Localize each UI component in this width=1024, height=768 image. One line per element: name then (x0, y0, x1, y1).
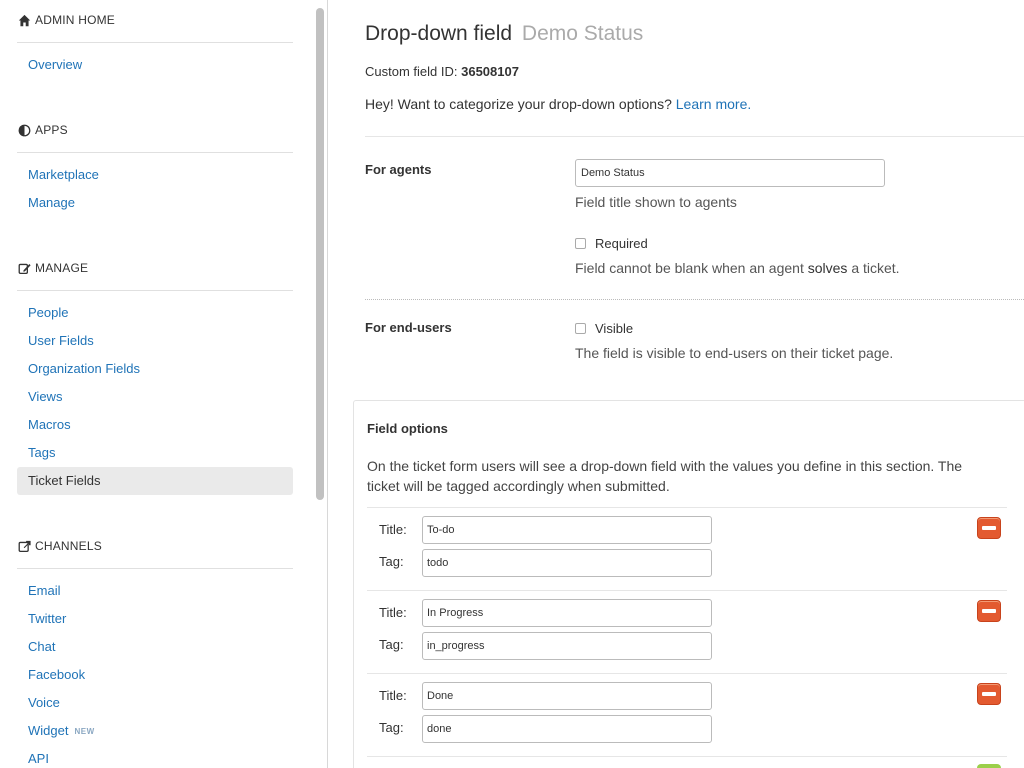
sidebar-section-title: ADMIN HOME (35, 13, 115, 27)
minus-icon (982, 692, 996, 696)
for-end-users-label: For end-users (365, 320, 452, 335)
option-title-label: Title: (379, 605, 407, 620)
required-help-end: a ticket. (851, 260, 900, 276)
sidebar-section-admin-home: ADMIN HOME Overview (17, 6, 293, 79)
field-options-title: Field options (367, 421, 448, 436)
home-icon (18, 14, 31, 26)
sidebar-section-header: CHANNELS (17, 532, 293, 560)
option-title-input[interactable] (422, 682, 712, 710)
option-tag-input[interactable] (422, 549, 712, 577)
required-label: Required (595, 236, 648, 251)
new-badge: NEW (74, 726, 95, 736)
sidebar-section-title: MANAGE (35, 261, 89, 275)
sidebar-section-manage: MANAGE People User Fields Organization F… (17, 254, 293, 495)
sidebar-item-views[interactable]: Views (17, 383, 293, 411)
option-tag-input[interactable] (422, 715, 712, 743)
page-title: Drop-down field Demo Status (365, 22, 643, 46)
custom-field-id-value: 36508107 (461, 64, 519, 79)
required-help-solves: solves (807, 260, 848, 276)
agent-title-help: Field title shown to agents (575, 194, 737, 210)
sidebar-item-chat[interactable]: Chat (17, 633, 293, 661)
minus-icon (982, 609, 996, 613)
custom-field-id-label: Custom field ID: (365, 64, 458, 79)
page-title-main: Drop-down field (365, 22, 513, 45)
divider (17, 290, 293, 291)
sidebar-item-overview[interactable]: Overview (17, 51, 293, 79)
sidebar-section-channels: CHANNELS Email Twitter Chat Facebook Voi… (17, 532, 293, 768)
required-help-start: Field cannot be blank when an agent (575, 260, 804, 276)
field-option-row (367, 756, 1007, 768)
sidebar-item-widget[interactable]: Widget NEW (17, 717, 293, 745)
sidebar-item-organization-fields[interactable]: Organization Fields (17, 355, 293, 383)
field-option-row: Title: Tag: (367, 590, 1007, 673)
option-tag-label: Tag: (379, 554, 404, 569)
sidebar-section-apps: APPS Marketplace Manage (17, 116, 293, 217)
custom-field-id: Custom field ID: 36508107 (365, 64, 519, 79)
sidebar-item-voice[interactable]: Voice (17, 689, 293, 717)
remove-option-button[interactable] (977, 683, 1001, 705)
sidebar-section-title: APPS (35, 123, 68, 137)
learn-more-link[interactable]: Learn more. (676, 96, 751, 112)
visible-help: The field is visible to end-users on the… (575, 345, 894, 361)
option-title-label: Title: (379, 522, 407, 537)
sidebar-item-api[interactable]: API (17, 745, 293, 768)
main-content: Drop-down field Demo Status Custom field… (329, 0, 1024, 768)
sidebar-item-twitter[interactable]: Twitter (17, 605, 293, 633)
option-tag-label: Tag: (379, 637, 404, 652)
remove-option-button[interactable] (977, 600, 1001, 622)
for-agents-label: For agents (365, 162, 432, 177)
sidebar-item-user-fields[interactable]: User Fields (17, 327, 293, 355)
sidebar-item-macros[interactable]: Macros (17, 411, 293, 439)
option-title-input[interactable] (422, 599, 712, 627)
page-title-field-name: Demo Status (521, 22, 644, 45)
required-checkbox[interactable] (575, 238, 586, 249)
sidebar-scrollbar[interactable] (316, 8, 324, 500)
field-option-row: Title: Tag: (367, 673, 1007, 756)
option-title-label: Title: (379, 688, 407, 703)
sidebar-item-email[interactable]: Email (17, 577, 293, 605)
sidebar-section-title: CHANNELS (35, 539, 102, 553)
sidebar-section-header: ADMIN HOME (17, 6, 293, 34)
option-tag-input[interactable] (422, 632, 712, 660)
sidebar-item-marketplace[interactable]: Marketplace (17, 161, 293, 189)
sidebar-item-label: Widget (28, 723, 69, 738)
sidebar-item-people[interactable]: People (17, 299, 293, 327)
divider (17, 152, 293, 153)
sidebar-section-header: APPS (17, 116, 293, 144)
add-option-button[interactable] (977, 764, 1001, 768)
visible-label: Visible (595, 321, 634, 336)
agent-title-input[interactable] (575, 159, 885, 187)
sidebar-item-ticket-fields[interactable]: Ticket Fields (17, 467, 293, 495)
field-options-description: On the ticket form users will see a drop… (367, 458, 963, 494)
required-help: Field cannot be blank when an agent solv… (575, 260, 900, 276)
option-title-input[interactable] (422, 516, 712, 544)
divider (365, 136, 1024, 137)
field-options-panel: Field options On the ticket form users w… (353, 400, 1024, 768)
divider (17, 568, 293, 569)
sidebar-item-facebook[interactable]: Facebook (17, 661, 293, 689)
categorize-hint-text: Hey! Want to categorize your drop-down o… (365, 96, 672, 112)
visible-checkbox[interactable] (575, 323, 586, 334)
categorize-hint: Hey! Want to categorize your drop-down o… (365, 96, 751, 112)
sidebar: ADMIN HOME Overview APPS Marketplace Man… (0, 0, 328, 768)
share-icon (18, 540, 31, 552)
sidebar-section-header: MANAGE (17, 254, 293, 282)
half-circle-icon (18, 124, 31, 136)
field-option-row: Title: Tag: (367, 507, 1007, 590)
sidebar-item-tags[interactable]: Tags (17, 439, 293, 467)
option-tag-label: Tag: (379, 720, 404, 735)
remove-option-button[interactable] (977, 517, 1001, 539)
minus-icon (982, 526, 996, 530)
divider (17, 42, 293, 43)
edit-icon (18, 263, 31, 274)
divider (365, 299, 1024, 300)
sidebar-item-manage[interactable]: Manage (17, 189, 293, 217)
